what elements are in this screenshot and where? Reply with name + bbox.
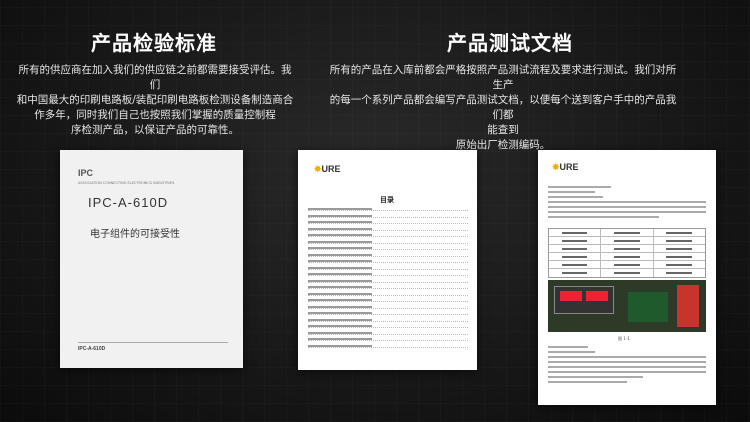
paragraph-line: 作多年，同时我们自己也按照我们掌握的质量控制程: [34, 109, 276, 121]
toc-lines: [308, 208, 468, 351]
toc-heading: 目录: [380, 196, 394, 204]
paragraph-line: 的每一个系列产品都会编写产品测试文档，以便每个送到客户手中的产品我们都: [329, 94, 677, 121]
ipc-document-subtitle: 电子组件的可接受性: [90, 229, 180, 240]
text-block: [548, 186, 706, 221]
inspection-standard-text: 所有的供应商在加入我们的供应链之前都需要接受评估。我们 和中国最大的印刷电路板/…: [14, 63, 296, 138]
inspection-standard-title: 产品检验标准: [91, 31, 217, 55]
ipc-logo-subtitle: ASSOCIATION CONNECTING ELECTRONICS INDUS…: [78, 181, 175, 185]
paragraph-line: 能查到: [487, 124, 519, 136]
test-document-text: 所有的产品在入库前都会严格按照产品测试流程及要求进行测试。我们对所生产 的每一个…: [326, 63, 680, 153]
ipc-standard-document-image: IPC ASSOCIATION CONNECTING ELECTRONICS I…: [60, 150, 243, 368]
test-document-title: 产品测试文档: [447, 31, 573, 55]
ipc-footer-title: IPC-A-610D: [78, 346, 106, 352]
ure-logo: ✸URE: [552, 162, 579, 172]
ure-logo: ✸URE: [314, 164, 341, 174]
toc-document-image: ✸URE 目录: [298, 150, 477, 370]
paragraph-line: 和中国最大的印刷电路板/装配印刷电路板检测设备制造商合: [16, 94, 294, 106]
paragraph-line: 所有的供应商在加入我们的供应链之前都需要接受评估。我们: [18, 64, 292, 91]
text-block: [548, 346, 706, 386]
figure-caption: 图 1-1: [618, 336, 630, 341]
divider: [78, 342, 228, 343]
test-equipment-photo: [548, 280, 706, 332]
ipc-logo: IPC: [78, 168, 94, 178]
paragraph-line: 所有的产品在入库前都会严格按照产品测试流程及要求进行测试。我们对所生产: [329, 64, 677, 91]
test-report-document-image: ✸URE 图 1-1: [538, 150, 716, 405]
test-data-table: [548, 228, 706, 278]
paragraph-line: 序检测产品，以保证产品的可靠性。: [71, 124, 239, 136]
ipc-document-title: IPC-A-610D: [88, 195, 169, 210]
